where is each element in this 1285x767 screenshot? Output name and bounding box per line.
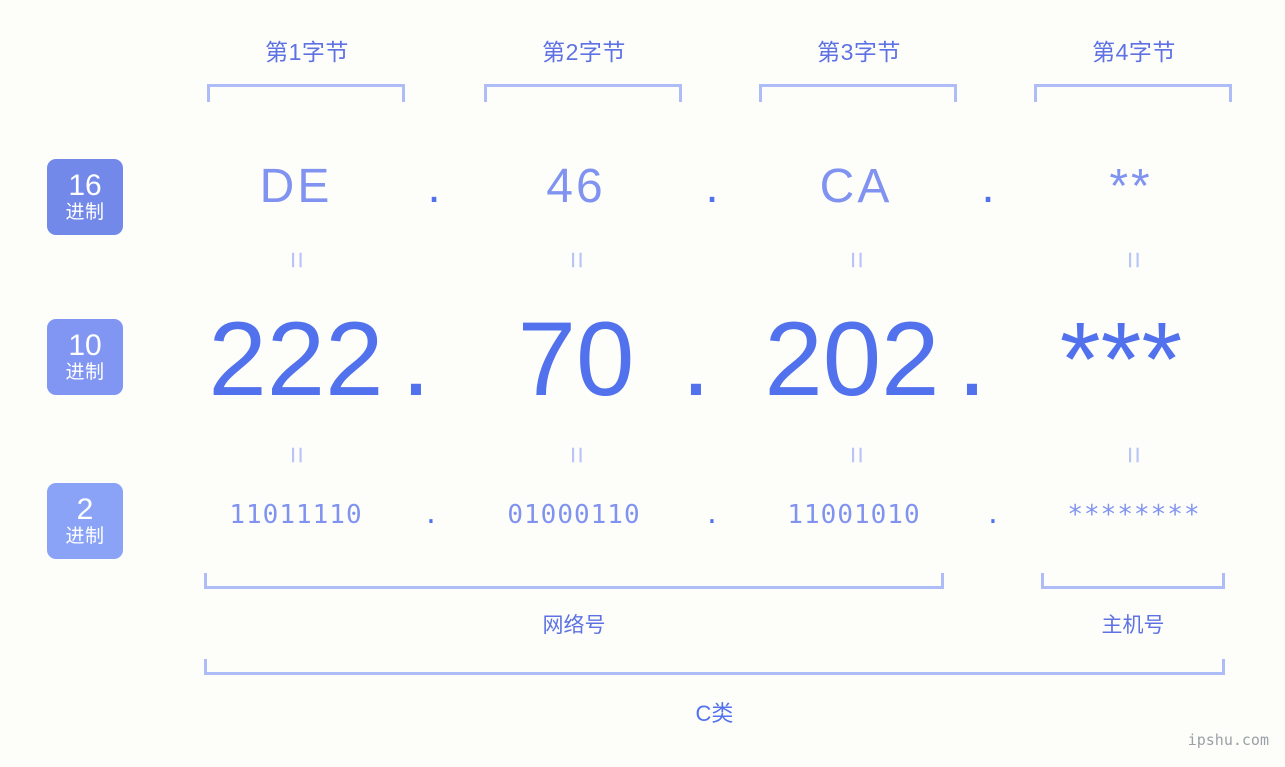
equals-mark-dec-bin-1: = <box>280 446 313 464</box>
ip-class-label: C类 <box>695 701 734 726</box>
equals-mark-hex-dec-2: = <box>560 251 593 269</box>
base-badge-binary-unit: 进制 <box>65 525 105 547</box>
base-badge-decimal: 10 进制 <box>47 319 123 395</box>
equals-mark-hex-dec-3: = <box>840 251 873 269</box>
base-badge-hex: 16 进制 <box>47 159 123 235</box>
ip-address-breakdown-diagram: 第1字节 第2字节 第3字节 第4字节 16 进制 10 进制 2 进制 DE … <box>0 0 1285 767</box>
byte-bracket-4 <box>1034 84 1232 102</box>
binary-byte-3: 11001010 <box>787 500 921 530</box>
site-watermark: ipshu.com <box>1187 731 1269 749</box>
hex-separator-3: . <box>981 160 995 213</box>
base-badge-binary: 2 进制 <box>47 483 123 559</box>
equals-mark-dec-bin-4: = <box>1117 446 1150 464</box>
decimal-separator-2: . <box>681 301 711 418</box>
equals-mark-dec-bin-2: = <box>560 446 593 464</box>
binary-separator-2: . <box>704 500 720 530</box>
decimal-separator-3: . <box>957 301 987 418</box>
hex-byte-3: CA <box>819 160 893 213</box>
hex-byte-4: ** <box>1109 160 1153 213</box>
decimal-byte-4: *** <box>1059 301 1183 418</box>
decimal-separator-1: . <box>401 301 431 418</box>
binary-byte-1: 11011110 <box>229 500 363 530</box>
network-part-label: 网络号 <box>542 614 606 637</box>
network-part-bracket <box>204 573 944 589</box>
byte-bracket-1 <box>207 84 405 102</box>
hex-separator-1: . <box>427 160 441 213</box>
base-badge-hex-number: 16 <box>68 168 102 202</box>
hex-separator-2: . <box>705 160 719 213</box>
host-part-label: 主机号 <box>1101 614 1165 637</box>
binary-byte-2: 01000110 <box>507 500 641 530</box>
hex-byte-2: 46 <box>546 160 606 213</box>
equals-mark-hex-dec-4: = <box>1117 251 1150 269</box>
hex-byte-1: DE <box>259 160 333 213</box>
byte-header-3: 第3字节 <box>817 39 901 65</box>
binary-separator-1: . <box>423 500 439 530</box>
byte-header-2: 第2字节 <box>542 39 626 65</box>
decimal-byte-3: 202 <box>764 301 940 418</box>
base-badge-decimal-unit: 进制 <box>65 361 105 383</box>
base-badge-hex-unit: 进制 <box>65 201 105 223</box>
byte-bracket-3 <box>759 84 957 102</box>
ip-class-bracket <box>204 659 1225 675</box>
binary-separator-3: . <box>985 500 1001 530</box>
base-badge-decimal-number: 10 <box>68 328 102 362</box>
host-part-bracket <box>1041 573 1225 589</box>
binary-byte-4: ******** <box>1067 500 1201 530</box>
byte-header-4: 第4字节 <box>1092 39 1176 65</box>
base-badge-binary-number: 2 <box>76 492 94 526</box>
decimal-byte-2: 70 <box>517 301 635 418</box>
equals-mark-hex-dec-1: = <box>280 251 313 269</box>
byte-header-1: 第1字节 <box>265 39 349 65</box>
byte-bracket-2 <box>484 84 682 102</box>
decimal-byte-1: 222 <box>208 301 384 418</box>
equals-mark-dec-bin-3: = <box>840 446 873 464</box>
